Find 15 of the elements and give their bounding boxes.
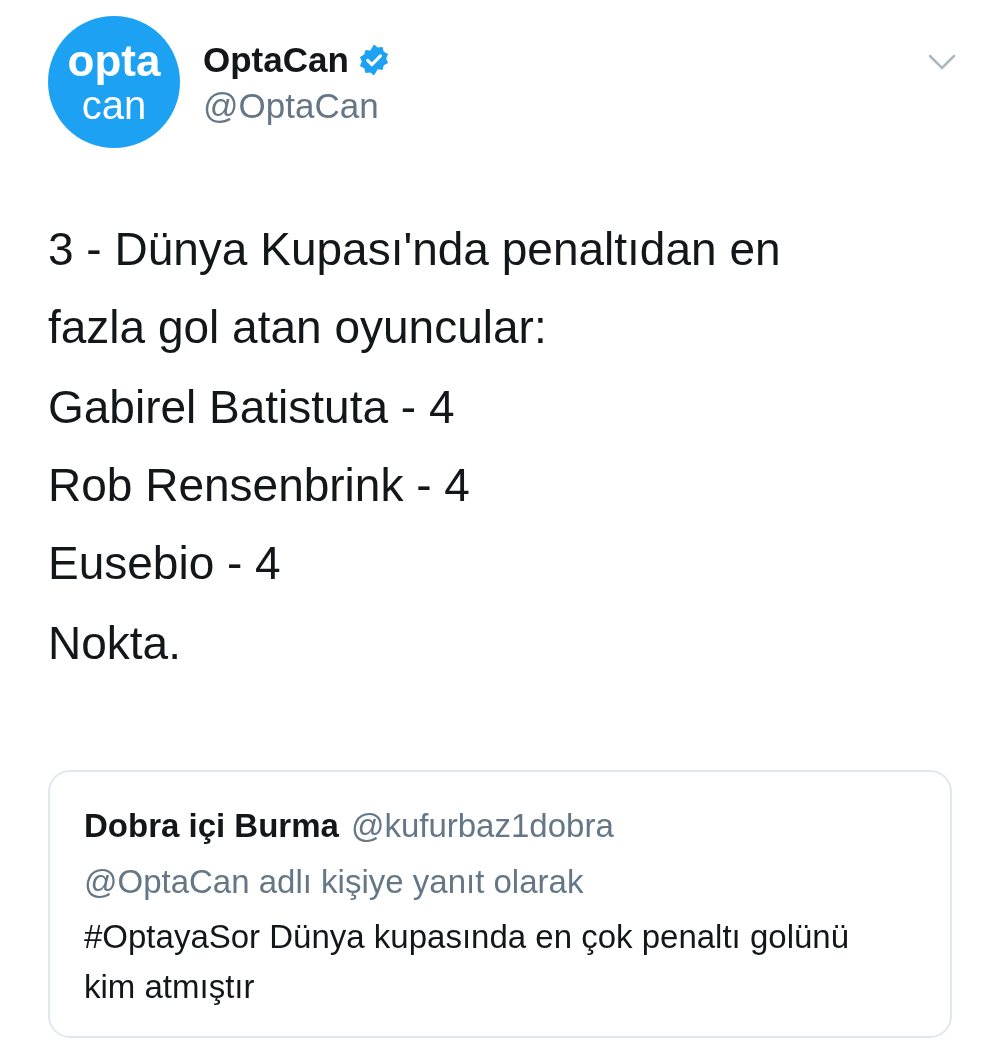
- list-line: Gabirel Batistuta - 4: [48, 380, 455, 435]
- list-line: Rob Rensenbrink - 4: [48, 458, 470, 513]
- author-name[interactable]: OptaCan: [203, 38, 349, 82]
- quoted-author-name: Dobra içi Burma: [84, 806, 339, 846]
- tweet-paragraph: 3 - Dünya Kupası'nda penaltıdan en fazla gol atan oyuncular:: [48, 222, 782, 355]
- quoted-author-handle: @kufurbaz1dobra: [350, 806, 614, 846]
- quoted-text: #OptayaSor Dünya kupasında en çok penaltı golünü kim atmıştır: [84, 917, 851, 1007]
- author-handle[interactable]: @OptaCan: [203, 83, 391, 128]
- chevron-down-icon[interactable]: [928, 54, 956, 70]
- logo-text: can: [81, 85, 147, 125]
- logo-text: opta: [67, 39, 161, 83]
- quoted-tweet-card[interactable]: Dobra içi Burma @kufurbaz1dobra @OptaCan adlı kişiye yanıt olarak #OptayaSor Dünya kupasında en çok penaltı golünü kim atmıştır: [48, 770, 952, 1038]
- tweet-paragraph: Nokta.: [48, 616, 182, 671]
- reply-context: @OptaCan adlı kişiye yanıt olarak: [84, 862, 584, 902]
- list-line: Eusebio - 4: [48, 536, 281, 591]
